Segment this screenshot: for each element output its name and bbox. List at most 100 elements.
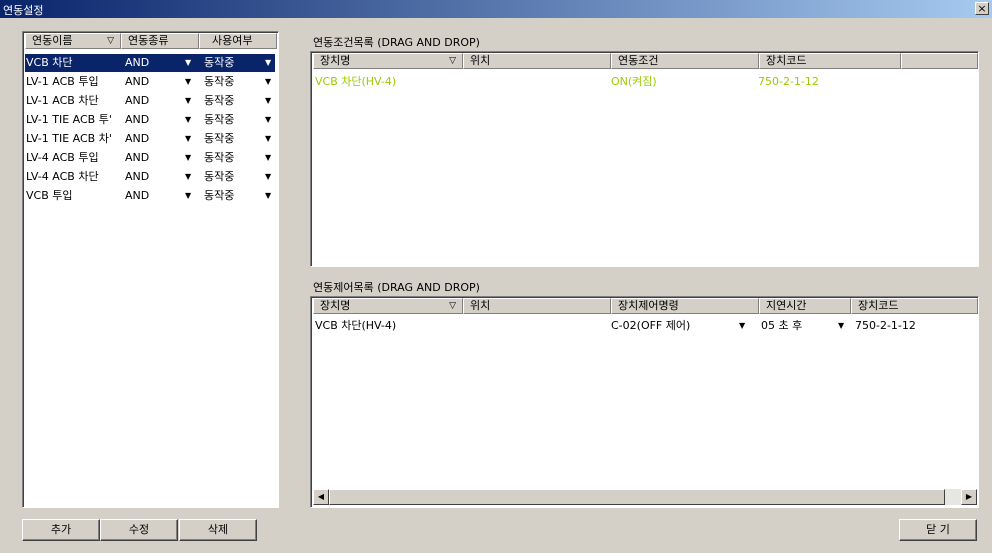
interlock-type-select[interactable]: AND <box>125 149 185 167</box>
dropdown-arrow-icon[interactable]: ▼ <box>265 130 271 148</box>
usage-select[interactable]: 동작중 <box>204 187 264 205</box>
header-location-label: 위치 <box>470 54 491 67</box>
window-title: 연동설정 <box>3 4 44 17</box>
dropdown-arrow-icon[interactable]: ▼ <box>265 54 271 72</box>
controls-list[interactable]: 장치명 ▽ 위치 장치제어명령 지연시간 장치코드 VCB 차단(HV-4) C… <box>310 296 979 508</box>
dropdown-arrow-icon[interactable]: ▼ <box>265 73 271 91</box>
close-icon[interactable]: × <box>975 2 989 15</box>
interlock-name: VCB 투입 <box>26 189 73 202</box>
usage-select[interactable]: 동작중 <box>204 149 264 167</box>
dropdown-arrow-icon[interactable]: ▼ <box>185 168 191 186</box>
header-control-command-label: 장치제어명령 <box>618 299 679 312</box>
usage-select[interactable]: 동작중 <box>204 168 264 186</box>
conditions-list[interactable]: 장치명 ▽ 위치 연동조건 장치코드 VCB 차단(HV-4) ON(켜짐) 7… <box>310 51 979 267</box>
header-device[interactable]: 장치명 ▽ <box>313 53 463 69</box>
list-item[interactable]: LV-1 TIE ACB 투' AND ▼ 동작중 ▼ <box>23 111 278 129</box>
controls-label: 연동제어목록 (DRAG AND DROP) <box>313 281 480 294</box>
add-button[interactable]: 추가 <box>22 519 100 541</box>
list-item[interactable]: LV-4 ACB 투입 AND ▼ 동작중 ▼ <box>23 149 278 167</box>
header-device-code-label: 장치코드 <box>858 299 899 312</box>
dropdown-arrow-icon[interactable]: ▼ <box>838 317 844 335</box>
scroll-left-icon[interactable]: ◀ <box>313 489 329 505</box>
table-row[interactable]: VCB 차단(HV-4) ON(켜짐) 750-2-1-12 <box>311 73 978 91</box>
header-condition-label: 연동조건 <box>618 54 659 67</box>
dropdown-arrow-icon[interactable]: ▼ <box>185 54 191 72</box>
header-usage-label: 사용여부 <box>212 34 253 47</box>
interlock-type-select[interactable]: AND <box>125 187 185 205</box>
scroll-thumb[interactable] <box>329 489 945 505</box>
close-button[interactable]: 닫 기 <box>899 519 977 541</box>
sort-icon: ▽ <box>449 301 456 311</box>
header-interlock-name[interactable]: 연동이름 ▽ <box>25 33 121 49</box>
header-device-label: 장치명 <box>320 54 351 67</box>
dropdown-arrow-icon[interactable]: ▼ <box>185 92 191 110</box>
interlock-name: LV-4 ACB 차단 <box>26 170 99 183</box>
dropdown-arrow-icon[interactable]: ▼ <box>265 92 271 110</box>
edit-button[interactable]: 수정 <box>100 519 178 541</box>
interlock-type-select[interactable]: AND <box>125 111 185 129</box>
list-item[interactable]: VCB 차단 AND ▼ 동작중 ▼ <box>23 54 278 72</box>
usage-select[interactable]: 동작중 <box>204 54 264 72</box>
scroll-right-icon[interactable]: ▶ <box>961 489 977 505</box>
header-device[interactable]: 장치명 ▽ <box>313 298 463 314</box>
interlock-name: LV-4 ACB 투입 <box>26 151 99 164</box>
usage-select[interactable]: 동작중 <box>204 111 264 129</box>
horizontal-scrollbar[interactable]: ◀ ▶ <box>313 489 977 505</box>
dropdown-arrow-icon[interactable]: ▼ <box>185 111 191 129</box>
dropdown-arrow-icon[interactable]: ▼ <box>185 187 191 205</box>
condition-device: VCB 차단(HV-4) <box>315 75 397 88</box>
condition-value: ON(켜짐) <box>611 75 657 88</box>
usage-select[interactable]: 동작중 <box>204 73 264 91</box>
interlock-type-select[interactable]: AND <box>125 73 185 91</box>
header-device-label: 장치명 <box>320 299 351 312</box>
interlock-type-select[interactable]: AND <box>125 130 185 148</box>
delete-button[interactable]: 삭제 <box>179 519 257 541</box>
list-item[interactable]: VCB 투입 AND ▼ 동작중 ▼ <box>23 187 278 205</box>
interlock-list[interactable]: 연동이름 ▽ 연동종류 사용여부 VCB 차단 AND ▼ 동작중 ▼ LV-1… <box>22 31 279 508</box>
dropdown-arrow-icon[interactable]: ▼ <box>185 149 191 167</box>
condition-location <box>467 73 607 91</box>
dropdown-arrow-icon[interactable]: ▼ <box>739 317 745 335</box>
dropdown-arrow-icon[interactable]: ▼ <box>265 111 271 129</box>
interlock-name: LV-1 ACB 차단 <box>26 94 99 107</box>
list-item[interactable]: LV-4 ACB 차단 AND ▼ 동작중 ▼ <box>23 168 278 186</box>
table-row[interactable]: VCB 차단(HV-4) C-02(OFF 제어) ▼ 05 초 후 ▼ 750… <box>311 317 978 335</box>
interlock-name: LV-1 TIE ACB 차' <box>26 132 112 145</box>
header-control-command[interactable]: 장치제어명령 <box>611 298 759 314</box>
header-delay[interactable]: 지연시간 <box>759 298 851 314</box>
interlock-type-select[interactable]: AND <box>125 92 185 110</box>
dropdown-arrow-icon[interactable]: ▼ <box>185 130 191 148</box>
interlock-name: LV-1 TIE ACB 투' <box>26 113 112 126</box>
usage-select[interactable]: 동작중 <box>204 130 264 148</box>
control-location <box>467 317 607 335</box>
header-location-label: 위치 <box>470 299 491 312</box>
dropdown-arrow-icon[interactable]: ▼ <box>265 168 271 186</box>
list-item[interactable]: LV-1 ACB 차단 AND ▼ 동작중 ▼ <box>23 92 278 110</box>
usage-select[interactable]: 동작중 <box>204 92 264 110</box>
dropdown-arrow-icon[interactable]: ▼ <box>265 149 271 167</box>
header-condition[interactable]: 연동조건 <box>611 53 759 69</box>
interlock-type-select[interactable]: AND <box>125 54 185 72</box>
list-item[interactable]: LV-1 TIE ACB 차' AND ▼ 동작중 ▼ <box>23 130 278 148</box>
conditions-label: 연동조건목록 (DRAG AND DROP) <box>313 36 480 49</box>
dropdown-arrow-icon[interactable]: ▼ <box>265 187 271 205</box>
sort-icon: ▽ <box>107 36 114 46</box>
header-device-code[interactable]: 장치코드 <box>851 298 978 314</box>
dropdown-arrow-icon[interactable]: ▼ <box>185 73 191 91</box>
interlock-name: LV-1 ACB 투입 <box>26 75 99 88</box>
header-location[interactable]: 위치 <box>463 298 611 314</box>
list-item[interactable]: LV-1 ACB 투입 AND ▼ 동작중 ▼ <box>23 73 278 91</box>
delay-select[interactable]: 05 초 후 <box>761 317 831 335</box>
header-location[interactable]: 위치 <box>463 53 611 69</box>
sort-icon: ▽ <box>449 56 456 66</box>
header-usage[interactable]: 사용여부 <box>199 33 277 49</box>
header-device-code-label: 장치코드 <box>766 54 807 67</box>
header-device-code[interactable]: 장치코드 <box>759 53 901 69</box>
header-interlock-name-label: 연동이름 <box>32 34 73 47</box>
header-filler <box>901 53 978 69</box>
interlock-name: VCB 차단 <box>26 56 73 69</box>
header-delay-label: 지연시간 <box>766 299 807 312</box>
interlock-type-select[interactable]: AND <box>125 168 185 186</box>
header-interlock-type[interactable]: 연동종류 <box>121 33 199 49</box>
control-command-select[interactable]: C-02(OFF 제어) <box>611 317 731 335</box>
